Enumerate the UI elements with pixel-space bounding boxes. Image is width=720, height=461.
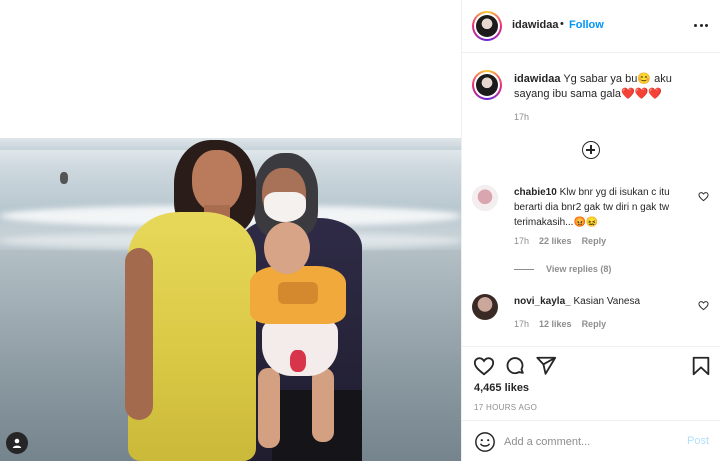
- likes-count[interactable]: 4,465 likes: [474, 382, 529, 394]
- reply-button[interactable]: Reply: [582, 319, 607, 329]
- heart-icon[interactable]: [698, 191, 709, 202]
- caption-avatar[interactable]: [472, 70, 502, 100]
- caption-text-block: idawidaa Yg sabar ya bu😊 aku sayang ibu …: [514, 72, 704, 102]
- caption-username[interactable]: idawidaa: [514, 73, 560, 85]
- comment-likes[interactable]: 12 likes: [539, 319, 572, 329]
- emoji-icon[interactable]: [474, 431, 496, 453]
- photo-distant-person: [60, 172, 68, 184]
- comment-text-block: chabie10 Klw bnr yg di isukan c itu bera…: [514, 185, 684, 230]
- comment-meta: 17h 22 likes Reply: [514, 236, 606, 246]
- send-icon[interactable]: [535, 355, 557, 377]
- comment-icon[interactable]: [504, 355, 526, 377]
- comment-timestamp[interactable]: 17h: [514, 319, 529, 329]
- photo-sky: [0, 0, 461, 140]
- photo-shirt-print: [278, 282, 318, 304]
- photo-face-mask: [264, 192, 306, 222]
- reply-button[interactable]: Reply: [582, 236, 607, 246]
- heart-icon[interactable]: [473, 355, 495, 377]
- post-header: idawidaa • Follow: [462, 0, 720, 53]
- commenter-avatar[interactable]: [472, 185, 498, 211]
- person-icon: [12, 438, 22, 448]
- post-side-panel: idawidaa • Follow idawidaa Yg sabar ya b…: [461, 0, 720, 461]
- comment-text-block: novi_kayla_ Kasian Vanesa: [514, 294, 684, 309]
- view-replies-button[interactable]: View replies (8): [514, 264, 611, 274]
- comment-username[interactable]: novi_kayla_: [514, 296, 571, 307]
- post-timestamp[interactable]: 17 HOURS AGO: [474, 403, 537, 412]
- view-replies-label: View replies (8): [546, 264, 612, 274]
- separator-dot: •: [560, 18, 564, 30]
- photo-baby-head: [264, 222, 310, 274]
- comment-input[interactable]: [504, 433, 674, 451]
- comment-meta: 17h 12 likes Reply: [514, 319, 606, 329]
- post-photo[interactable]: [0, 0, 461, 461]
- comment-text: Kasian Vanesa: [573, 296, 641, 307]
- comment-timestamp[interactable]: 17h: [514, 236, 529, 246]
- more-horizontal-icon[interactable]: [694, 18, 708, 32]
- photo-woman-arm: [125, 248, 153, 420]
- post-actions: 4,465 likes 17 HOURS AGO: [462, 346, 720, 421]
- photo-baby-leg: [258, 368, 280, 448]
- heart-icon[interactable]: [698, 300, 709, 311]
- replies-divider: [514, 268, 534, 270]
- author-username[interactable]: idawidaa: [512, 19, 558, 31]
- bookmark-icon[interactable]: [690, 355, 712, 377]
- add-comment-bar: Post: [462, 420, 720, 461]
- user-tag-icon[interactable]: [6, 432, 28, 454]
- comment-username[interactable]: chabie10: [514, 187, 557, 198]
- photo-woman-face: [192, 150, 242, 212]
- follow-button[interactable]: Follow: [569, 19, 604, 31]
- comment-likes[interactable]: 22 likes: [539, 236, 572, 246]
- photo-baby-toy: [290, 350, 306, 372]
- post-comment-button[interactable]: Post: [687, 435, 709, 447]
- author-avatar[interactable]: [472, 11, 502, 41]
- caption-timestamp[interactable]: 17h: [514, 112, 529, 122]
- plus-circle-icon[interactable]: [582, 141, 600, 159]
- commenter-avatar[interactable]: [472, 294, 498, 320]
- photo-baby-leg: [312, 368, 334, 442]
